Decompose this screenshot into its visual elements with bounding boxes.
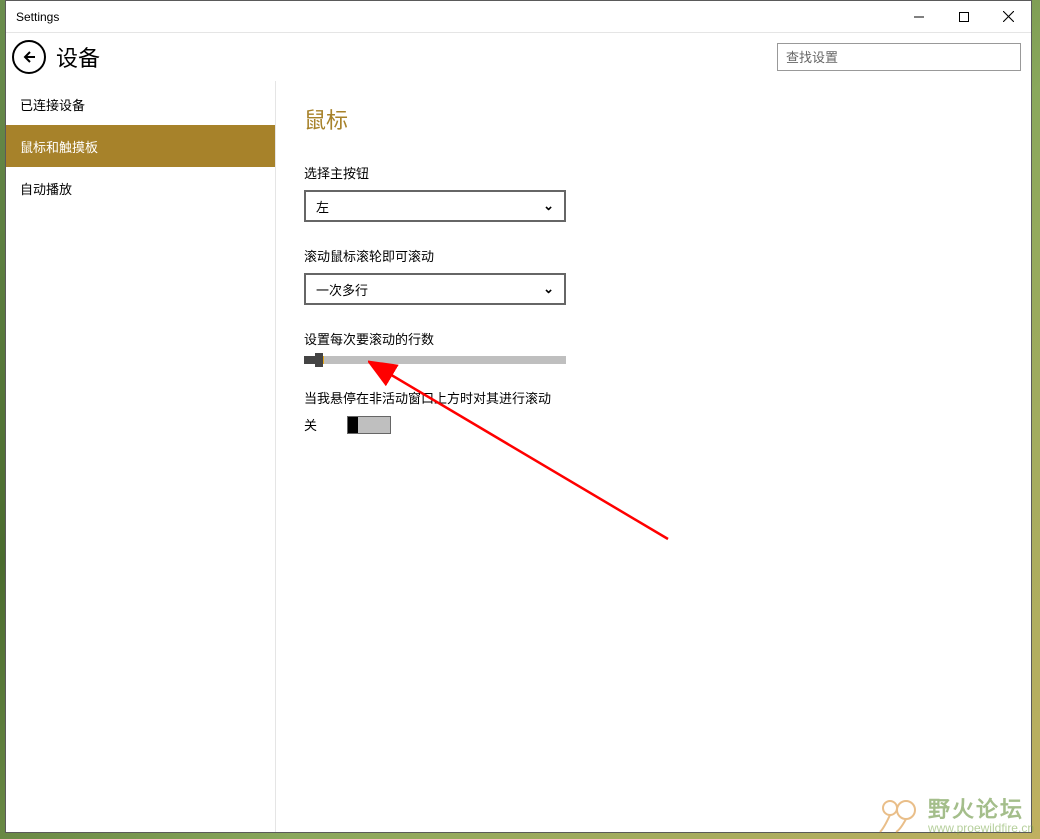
- body: 已连接设备 鼠标和触摸板 自动播放 鼠标 选择主按钮 左 ⌄: [6, 81, 1031, 832]
- inactive-window-toggle[interactable]: [347, 416, 391, 434]
- slider-thumb[interactable]: [315, 353, 323, 367]
- dropdown-value: 一次多行: [316, 280, 368, 299]
- back-button[interactable]: [12, 40, 46, 74]
- scroll-wheel-dropdown[interactable]: 一次多行 ⌄: [304, 273, 566, 305]
- sidebar-item-connected-devices[interactable]: 已连接设备: [6, 83, 275, 125]
- section-title: 设备: [56, 41, 100, 73]
- titlebar: Settings: [6, 1, 1031, 33]
- settings-window: Settings 设备: [5, 0, 1032, 833]
- sidebar: 已连接设备 鼠标和触摸板 自动播放: [6, 81, 276, 832]
- sidebar-item-label: 鼠标和触摸板: [20, 137, 98, 156]
- dropdown-value: 左: [316, 197, 329, 216]
- window-controls: [896, 1, 1031, 32]
- sidebar-item-autoplay[interactable]: 自动播放: [6, 167, 275, 209]
- sidebar-item-mouse-touchpad[interactable]: 鼠标和触摸板: [6, 125, 275, 167]
- page-title: 鼠标: [304, 103, 1003, 135]
- inactive-window-label: 当我悬停在非活动窗口上方时对其进行滚动: [304, 388, 1003, 407]
- toggle-row: 关: [304, 415, 1003, 434]
- scroll-wheel-block: 滚动鼠标滚轮即可滚动 一次多行 ⌄: [304, 246, 1003, 305]
- search-input[interactable]: [777, 43, 1021, 71]
- inactive-window-block: 当我悬停在非活动窗口上方时对其进行滚动 关: [304, 388, 1003, 434]
- sidebar-item-label: 已连接设备: [20, 95, 85, 114]
- toggle-state: 关: [304, 415, 317, 434]
- minimize-button[interactable]: [896, 1, 941, 32]
- content: 鼠标 选择主按钮 左 ⌄ 滚动鼠标滚轮即可滚动 一次多行 ⌄: [276, 81, 1031, 832]
- maximize-button[interactable]: [941, 1, 986, 32]
- lines-slider[interactable]: [304, 356, 566, 364]
- close-icon: [1003, 11, 1014, 22]
- close-button[interactable]: [986, 1, 1031, 32]
- header: 设备: [6, 33, 1031, 81]
- sidebar-item-label: 自动播放: [20, 179, 72, 198]
- back-arrow-icon: [21, 49, 37, 65]
- primary-button-label: 选择主按钮: [304, 163, 1003, 182]
- chevron-down-icon: ⌄: [543, 281, 554, 297]
- maximize-icon: [959, 12, 969, 22]
- primary-button-block: 选择主按钮 左 ⌄: [304, 163, 1003, 222]
- lines-to-scroll-block: 设置每次要滚动的行数: [304, 329, 1003, 364]
- header-left: 设备: [12, 40, 100, 74]
- toggle-thumb: [348, 417, 358, 433]
- minimize-icon: [914, 12, 924, 22]
- lines-to-scroll-label: 设置每次要滚动的行数: [304, 329, 1003, 348]
- window-title: Settings: [16, 10, 59, 24]
- primary-button-dropdown[interactable]: 左 ⌄: [304, 190, 566, 222]
- chevron-down-icon: ⌄: [543, 198, 554, 214]
- scroll-wheel-label: 滚动鼠标滚轮即可滚动: [304, 246, 1003, 265]
